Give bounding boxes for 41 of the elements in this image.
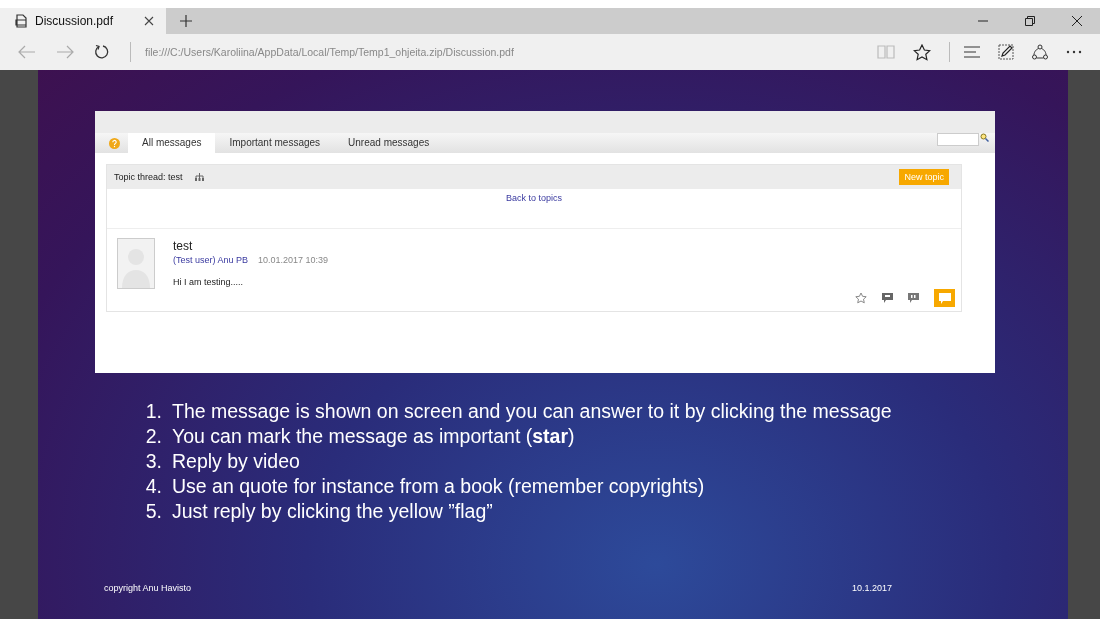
star-icon[interactable] (855, 292, 867, 304)
message-timestamp: 10.01.2017 10:39 (258, 255, 329, 265)
step-number: 2. (144, 424, 162, 449)
refresh-icon[interactable] (94, 44, 110, 60)
slide-date: 10.1.2017 (851, 583, 892, 593)
share-icon[interactable] (1032, 44, 1048, 60)
hierarchy-icon[interactable] (194, 173, 204, 181)
step-text: Just reply by clicking the yellow ”flag” (172, 499, 493, 524)
step-number: 3. (144, 449, 162, 474)
copyright-text: copyright Anu Havisto (104, 583, 192, 593)
message-filter-tab[interactable]: Unread messages (334, 133, 444, 153)
back-to-topics-link[interactable]: Back to topics (506, 193, 562, 228)
step-text: Use an quote for instance from a book (remember copyrights) (172, 474, 705, 499)
speech-bubble-icon[interactable] (882, 293, 893, 303)
step-number: 4. (144, 474, 162, 499)
step-text: You can mark the message as important (star) (172, 424, 575, 449)
more-icon[interactable] (1066, 50, 1082, 54)
topic-thread-label: Topic thread: test (114, 172, 183, 182)
tab-title: Discussion.pdf (35, 14, 114, 28)
step-text: The message is shown on screen and you can answer to it by clicking the message (172, 399, 892, 424)
pen-note-icon[interactable] (998, 44, 1014, 60)
search-icon[interactable] (980, 132, 989, 142)
message-filter-tab[interactable]: Important messages (215, 133, 335, 153)
browser-tab[interactable]: Discussion.pdf (0, 8, 166, 34)
close-tab-icon[interactable] (144, 16, 154, 26)
message-title: test (173, 239, 193, 253)
step-number: 1. (144, 399, 162, 424)
message-filter-tab[interactable]: All messages (128, 133, 216, 153)
step-number: 5. (144, 499, 162, 524)
close-window-icon[interactable] (1072, 16, 1082, 26)
step-text: Reply by video (172, 449, 300, 474)
pdf-file-icon (14, 14, 28, 28)
restore-icon[interactable] (1025, 16, 1035, 26)
quote-bubble-icon[interactable] (908, 293, 919, 303)
author-link[interactable]: (Test user) Anu PB (173, 255, 249, 265)
lines-icon[interactable] (964, 46, 980, 58)
message-text: Hi I am testing..... (173, 277, 244, 287)
avatar-silhouette (117, 238, 155, 289)
star-icon[interactable] (913, 43, 931, 61)
new-tab-icon[interactable] (180, 15, 192, 27)
speech-bubble-icon (938, 292, 951, 304)
